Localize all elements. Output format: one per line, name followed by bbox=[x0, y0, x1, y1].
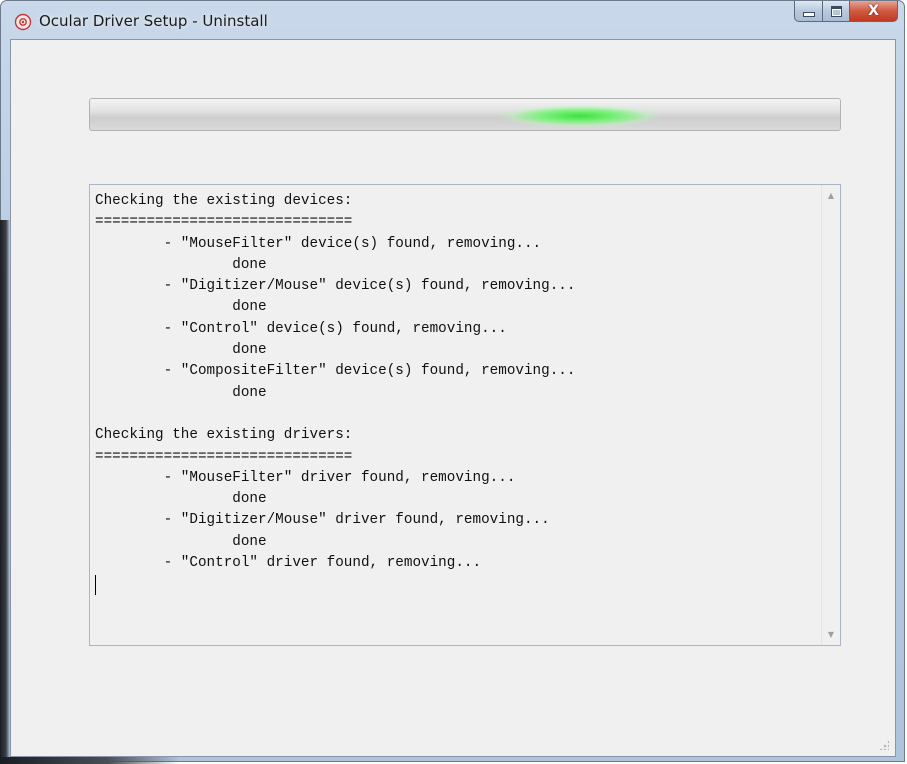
caption-buttons: X bbox=[794, 1, 898, 23]
log-line: ============================== bbox=[95, 448, 353, 465]
log-line: done bbox=[95, 384, 267, 401]
app-icon bbox=[14, 13, 32, 31]
background-shadow bbox=[0, 220, 10, 764]
log-line: done bbox=[95, 256, 267, 273]
log-line: ============================== bbox=[95, 214, 353, 231]
log-line: - "CompositeFilter" device(s) found, rem… bbox=[95, 363, 576, 380]
log-line: - "Control" driver found, removing... bbox=[95, 555, 482, 572]
log-line: - "Digitizer/Mouse" device(s) found, rem… bbox=[95, 278, 576, 295]
log-line: - "MouseFilter" driver found, removing..… bbox=[95, 469, 516, 486]
log-line: done bbox=[95, 342, 267, 359]
maximize-icon bbox=[830, 5, 842, 17]
background-shadow-bottom bbox=[0, 757, 180, 764]
scroll-up-arrow-icon[interactable]: ▲ bbox=[822, 187, 840, 204]
client-area: Checking the existing devices: =========… bbox=[10, 39, 896, 757]
log-line: Checking the existing devices: bbox=[95, 193, 353, 209]
log-line: - "MouseFilter" device(s) found, removin… bbox=[95, 235, 542, 252]
setup-window: Ocular Driver Setup - Uninstall X Checki… bbox=[0, 0, 905, 762]
log-line: - "Digitizer/Mouse" driver found, removi… bbox=[95, 512, 550, 529]
progress-bar bbox=[89, 98, 841, 131]
vertical-scrollbar[interactable]: ▲ ▼ bbox=[821, 185, 840, 645]
minimize-icon bbox=[802, 11, 815, 17]
log-textbox[interactable]: Checking the existing devices: =========… bbox=[89, 184, 841, 646]
log-text: Checking the existing devices: =========… bbox=[95, 191, 810, 636]
window-title: Ocular Driver Setup - Uninstall bbox=[39, 12, 268, 30]
resize-grip[interactable] bbox=[879, 740, 889, 750]
scroll-down-arrow-icon[interactable]: ▼ bbox=[822, 626, 840, 643]
close-icon: X bbox=[868, 3, 879, 19]
text-caret bbox=[95, 575, 96, 595]
log-line: done bbox=[95, 533, 267, 550]
title-bar[interactable]: Ocular Driver Setup - Uninstall X bbox=[1, 1, 904, 39]
close-button[interactable]: X bbox=[850, 1, 898, 22]
log-line: done bbox=[95, 491, 267, 508]
maximize-button[interactable] bbox=[823, 1, 850, 22]
log-line: - "Control" device(s) found, removing... bbox=[95, 320, 507, 337]
progress-marquee bbox=[500, 105, 660, 127]
log-line: Checking the existing drivers: bbox=[95, 427, 353, 444]
log-line: done bbox=[95, 299, 267, 316]
minimize-button[interactable] bbox=[794, 1, 823, 22]
